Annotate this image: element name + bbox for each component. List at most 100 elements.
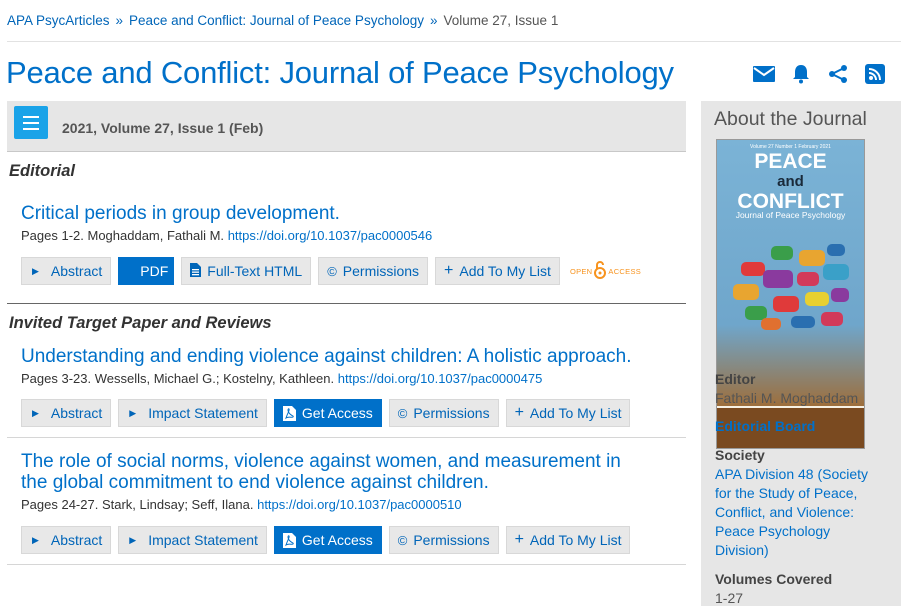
add-to-list-label: Add To My List <box>459 263 551 279</box>
plus-icon: + <box>514 404 524 421</box>
breadcrumb: APA PsycArticles » Peace and Conflict: Jou… <box>7 13 558 28</box>
society-line: Conflict, and Violence: <box>715 504 855 520</box>
abstract-button-label: Abstract <box>50 532 103 548</box>
copyright-icon: © <box>397 532 408 548</box>
breadcrumb-link-journal[interactable]: Peace and Conflict: Journal of Peace Psy… <box>129 13 424 28</box>
caret-right-icon: ▶ <box>129 534 137 545</box>
cover-illustration <box>731 242 851 332</box>
cover-title: PEACE and CONFLICT <box>717 150 864 213</box>
caret-right-icon: ▶ <box>32 407 39 418</box>
plus-icon: + <box>514 531 524 548</box>
breadcrumb-link-psycarticles[interactable]: APA PsycArticles <box>7 13 110 28</box>
article-authors: Pages 24-27. Stark, Lindsay; Seff, Ilana… <box>21 497 254 512</box>
copyright-icon: © <box>327 263 337 279</box>
open-lock-icon <box>594 261 607 281</box>
section-heading-invited: Invited Target Paper and Reviews <box>9 314 272 332</box>
society-line: APA Division 48 (Society <box>715 466 869 482</box>
permissions-button[interactable]: © Permissions <box>388 399 499 427</box>
impact-statement-button[interactable]: ▶ Impact Statement <box>118 399 267 427</box>
article-meta: Pages 1-2. Moghaddam, Fathali M. https:/… <box>21 228 686 243</box>
article-item: Critical periods in group development. P… <box>7 203 686 285</box>
society-line: Division) <box>715 542 769 558</box>
permissions-button[interactable]: © Permissions <box>388 526 499 554</box>
breadcrumb-separator: » <box>429 13 438 28</box>
article-doi-link[interactable]: https://doi.org/10.1037/pac0000546 <box>228 228 433 243</box>
page-title: Peace and Conflict: Journal of Peace Psy… <box>6 55 674 90</box>
permissions-button[interactable]: © Permissions <box>318 257 429 285</box>
editor-label: Editor <box>715 371 756 387</box>
copyright-icon: © <box>397 405 408 421</box>
article-meta: Pages 24-27. Stark, Lindsay; Seff, Ilana… <box>21 497 686 512</box>
article-divider <box>7 437 686 438</box>
add-to-list-label: Add To My List <box>529 405 622 421</box>
divider <box>7 41 901 42</box>
article-item: The role of social norms, violence again… <box>7 451 686 554</box>
permissions-label: Permissions <box>342 263 420 279</box>
issue-label: 2021, Volume 27, Issue 1 (Feb) <box>62 120 264 136</box>
article-title-line: The role of social norms, violence again… <box>21 451 621 472</box>
cover-subtitle: Journal of Peace Psychology <box>735 210 846 220</box>
plus-icon: + <box>444 262 454 279</box>
society-line: Peace Psychology <box>715 523 831 539</box>
article-doi-link[interactable]: https://doi.org/10.1037/pac0000510 <box>257 497 462 512</box>
cover-title-line: and <box>777 173 804 190</box>
cover-title-line: PEACE <box>754 150 827 173</box>
rss-icon[interactable] <box>863 62 887 86</box>
get-access-label: Get Access <box>301 405 373 421</box>
article-doi-link[interactable]: https://doi.org/10.1037/pac0000475 <box>338 371 543 386</box>
article-authors: Pages 1-2. Moghaddam, Fathali M. <box>21 228 225 243</box>
society-label: Society <box>715 447 765 463</box>
full-text-html-label: Full-Text HTML <box>207 263 303 279</box>
abstract-button-label: Abstract <box>50 405 103 421</box>
get-access-label: Get Access <box>301 532 373 548</box>
add-to-list-label: Add To My List <box>529 532 622 548</box>
article-item: Understanding and ending violence agains… <box>7 346 686 427</box>
article-title[interactable]: Understanding and ending violence agains… <box>21 346 686 367</box>
article-authors: Pages 3-23. Wessells, Michael G.; Kostel… <box>21 371 335 386</box>
caret-right-icon: ▶ <box>32 265 39 276</box>
menu-button[interactable] <box>14 106 48 139</box>
sidebar-heading: About the Journal <box>714 108 867 130</box>
pdf-icon <box>282 405 296 421</box>
pdf-button[interactable]: PDF <box>118 257 175 285</box>
article-title[interactable]: Critical periods in group development. <box>21 203 686 224</box>
get-access-button[interactable]: Get Access <box>273 526 382 554</box>
volumes-covered-value: 1-27 <box>715 590 744 606</box>
add-to-list-button[interactable]: + Add To My List <box>435 257 560 285</box>
impact-statement-label: Impact Statement <box>148 405 258 421</box>
get-access-button[interactable]: Get Access <box>273 399 382 427</box>
breadcrumb-current: Volume 27, Issue 1 <box>443 13 559 28</box>
abstract-button-label: Abstract <box>50 263 103 279</box>
society-link[interactable]: APA Division 48 (Society for the Study o… <box>715 465 868 560</box>
open-access-badge: OPEN ACCESS <box>570 261 641 281</box>
abstract-button[interactable]: ▶ Abstract <box>21 526 112 554</box>
impact-statement-button[interactable]: ▶ Impact Statement <box>118 526 267 554</box>
article-meta: Pages 3-23. Wessells, Michael G.; Kostel… <box>21 371 686 386</box>
permissions-label: Permissions <box>413 532 490 548</box>
article-title[interactable]: The role of social norms, violence again… <box>21 451 686 493</box>
pdf-button-label: PDF <box>140 263 169 279</box>
abstract-button[interactable]: ▶ Abstract <box>21 399 112 427</box>
article-divider <box>7 564 686 565</box>
email-icon[interactable] <box>752 62 776 86</box>
cover-title-line: CONFLICT <box>737 190 844 213</box>
abstract-button[interactable]: ▶ Abstract <box>21 257 112 285</box>
editorial-board-link[interactable]: Editorial Board <box>715 417 815 436</box>
impact-statement-label: Impact Statement <box>148 532 258 548</box>
bell-icon[interactable] <box>789 62 813 86</box>
section-divider <box>7 303 686 304</box>
editor-name: Fathali M. Moghaddam <box>715 390 859 406</box>
article-title-line: the global commitment to end violence ag… <box>21 472 489 493</box>
issue-bar: 2021, Volume 27, Issue 1 (Feb) <box>7 101 686 152</box>
add-to-list-button[interactable]: + Add To My List <box>505 399 631 427</box>
add-to-list-button[interactable]: + Add To My List <box>505 526 631 554</box>
section-heading-editorial: Editorial <box>9 162 76 180</box>
society-line: for the Study of Peace, <box>715 485 858 501</box>
pdf-icon <box>282 532 296 548</box>
full-text-html-button[interactable]: Full-Text HTML <box>181 257 312 285</box>
caret-right-icon: ▶ <box>32 534 39 545</box>
issue-toc: 2021, Volume 27, Issue 1 (Feb) Editorial… <box>7 101 686 606</box>
share-icon[interactable] <box>826 62 850 86</box>
header-actions <box>752 62 887 86</box>
document-icon <box>190 262 202 280</box>
